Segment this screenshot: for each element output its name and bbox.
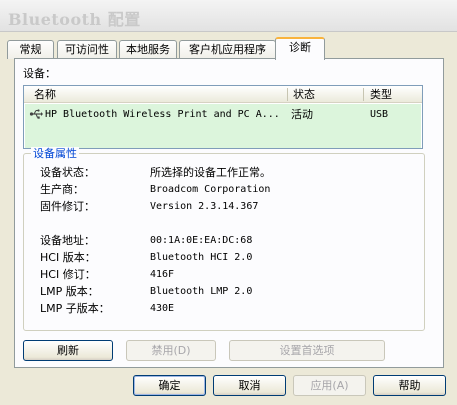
apply-button[interactable]: 应用(A)	[293, 375, 366, 396]
prop-value-firmware: Version 2.3.14.367	[150, 201, 259, 212]
tab-local-services[interactable]: 本地服务	[119, 40, 177, 59]
column-header-status[interactable]: 状态	[289, 88, 315, 102]
column-divider[interactable]	[363, 88, 364, 101]
prop-label-manufacturer: 生产商：	[40, 183, 84, 196]
cancel-button[interactable]: 取消	[213, 375, 286, 396]
tab-accessibility[interactable]: 可访问性	[57, 40, 117, 59]
column-divider[interactable]	[287, 88, 288, 101]
prop-label-status: 设备状态：	[40, 166, 95, 179]
properties-legend: 设备属性	[31, 147, 79, 160]
prop-value-lmp-version: Bluetooth LMP 2.0	[150, 286, 253, 297]
refresh-button[interactable]: 刷新	[23, 340, 113, 361]
window-title: Bluetooth 配置	[8, 10, 141, 29]
device-name: HP Bluetooth Wireless Print and PC A...	[45, 109, 280, 120]
device-list[interactable]: 名称 状态 类型 HP Bluetooth Wireless Print and…	[23, 85, 423, 149]
devices-label: 设备：	[23, 67, 56, 80]
device-status: 活动	[291, 108, 313, 121]
set-preferences-button[interactable]: 设置首选项	[229, 340, 385, 361]
device-properties-group: 设备属性 设备状态： 所选择的设备工作正常。 生产商： Broadcom Cor…	[23, 147, 425, 331]
prop-value-address: 00:1A:0E:EA:DC:68	[150, 235, 253, 246]
disable-button[interactable]: 禁用(D)	[126, 340, 216, 361]
prop-value-status: 所选择的设备工作正常。	[150, 166, 271, 179]
tab-client-apps[interactable]: 客户机应用程序	[179, 40, 276, 59]
tab-diagnostics[interactable]: 诊断	[275, 37, 325, 60]
column-header-type[interactable]: 类型	[366, 88, 392, 102]
prop-label-hci-version: HCI 版本：	[40, 251, 96, 264]
device-row[interactable]: HP Bluetooth Wireless Print and PC A... …	[25, 104, 421, 148]
prop-value-lmp-subversion: 430E	[150, 303, 175, 314]
device-type: USB	[370, 109, 389, 120]
prop-value-hci-version: Bluetooth HCI 2.0	[150, 252, 253, 263]
tab-general[interactable]: 常规	[7, 40, 54, 59]
usb-icon	[29, 109, 43, 119]
prop-label-lmp-subversion: LMP 子版本：	[40, 302, 110, 315]
list-header: 名称 状态 类型	[24, 86, 422, 103]
prop-label-address: 设备地址：	[40, 234, 95, 247]
prop-label-lmp-version: LMP 版本：	[40, 285, 99, 298]
column-header-name[interactable]: 名称	[30, 88, 56, 102]
prop-label-hci-revision: HCI 修订：	[40, 268, 96, 281]
ok-button[interactable]: 确定	[133, 375, 206, 396]
prop-value-manufacturer: Broadcom Corporation	[150, 184, 271, 195]
prop-value-hci-revision: 416F	[150, 269, 175, 280]
help-button[interactable]: 帮助	[373, 375, 446, 396]
prop-label-firmware: 固件修订：	[40, 200, 95, 213]
diagnostics-panel: 设备： 名称 状态 类型 HP Bluetooth Wireless Print…	[14, 58, 444, 368]
title-bar[interactable]: Bluetooth 配置	[0, 0, 457, 32]
